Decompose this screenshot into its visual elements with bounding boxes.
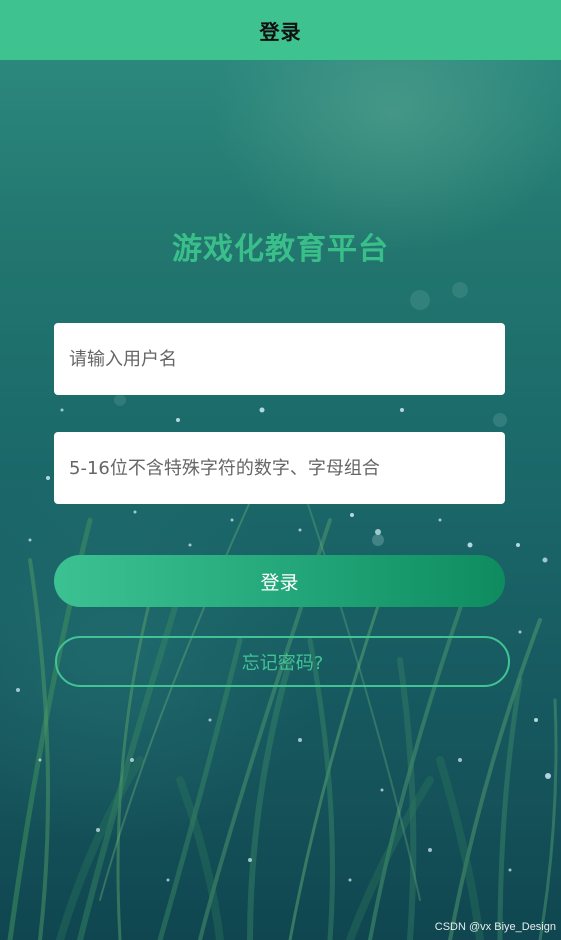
watermark-text: CSDN @vx Biye_Design bbox=[434, 921, 556, 933]
login-button-label: 登录 bbox=[260, 571, 299, 594]
app-title: 游戏化教育平台 bbox=[172, 232, 389, 267]
forgot-password-button[interactable]: 忘记密码? bbox=[55, 636, 510, 687]
username-field bbox=[54, 323, 505, 395]
navbar-title: 登录 bbox=[259, 19, 302, 44]
login-button[interactable]: 登录 bbox=[54, 555, 505, 607]
login-page: 登录 游戏化教育平台 登录 忘记密码? CSDN @vx Biye_Design bbox=[0, 0, 561, 940]
forgot-password-label: 忘记密码? bbox=[241, 652, 324, 674]
username-input[interactable] bbox=[54, 323, 505, 395]
password-input[interactable] bbox=[54, 432, 505, 504]
password-field bbox=[54, 432, 505, 504]
top-navbar: 登录 bbox=[0, 0, 561, 60]
